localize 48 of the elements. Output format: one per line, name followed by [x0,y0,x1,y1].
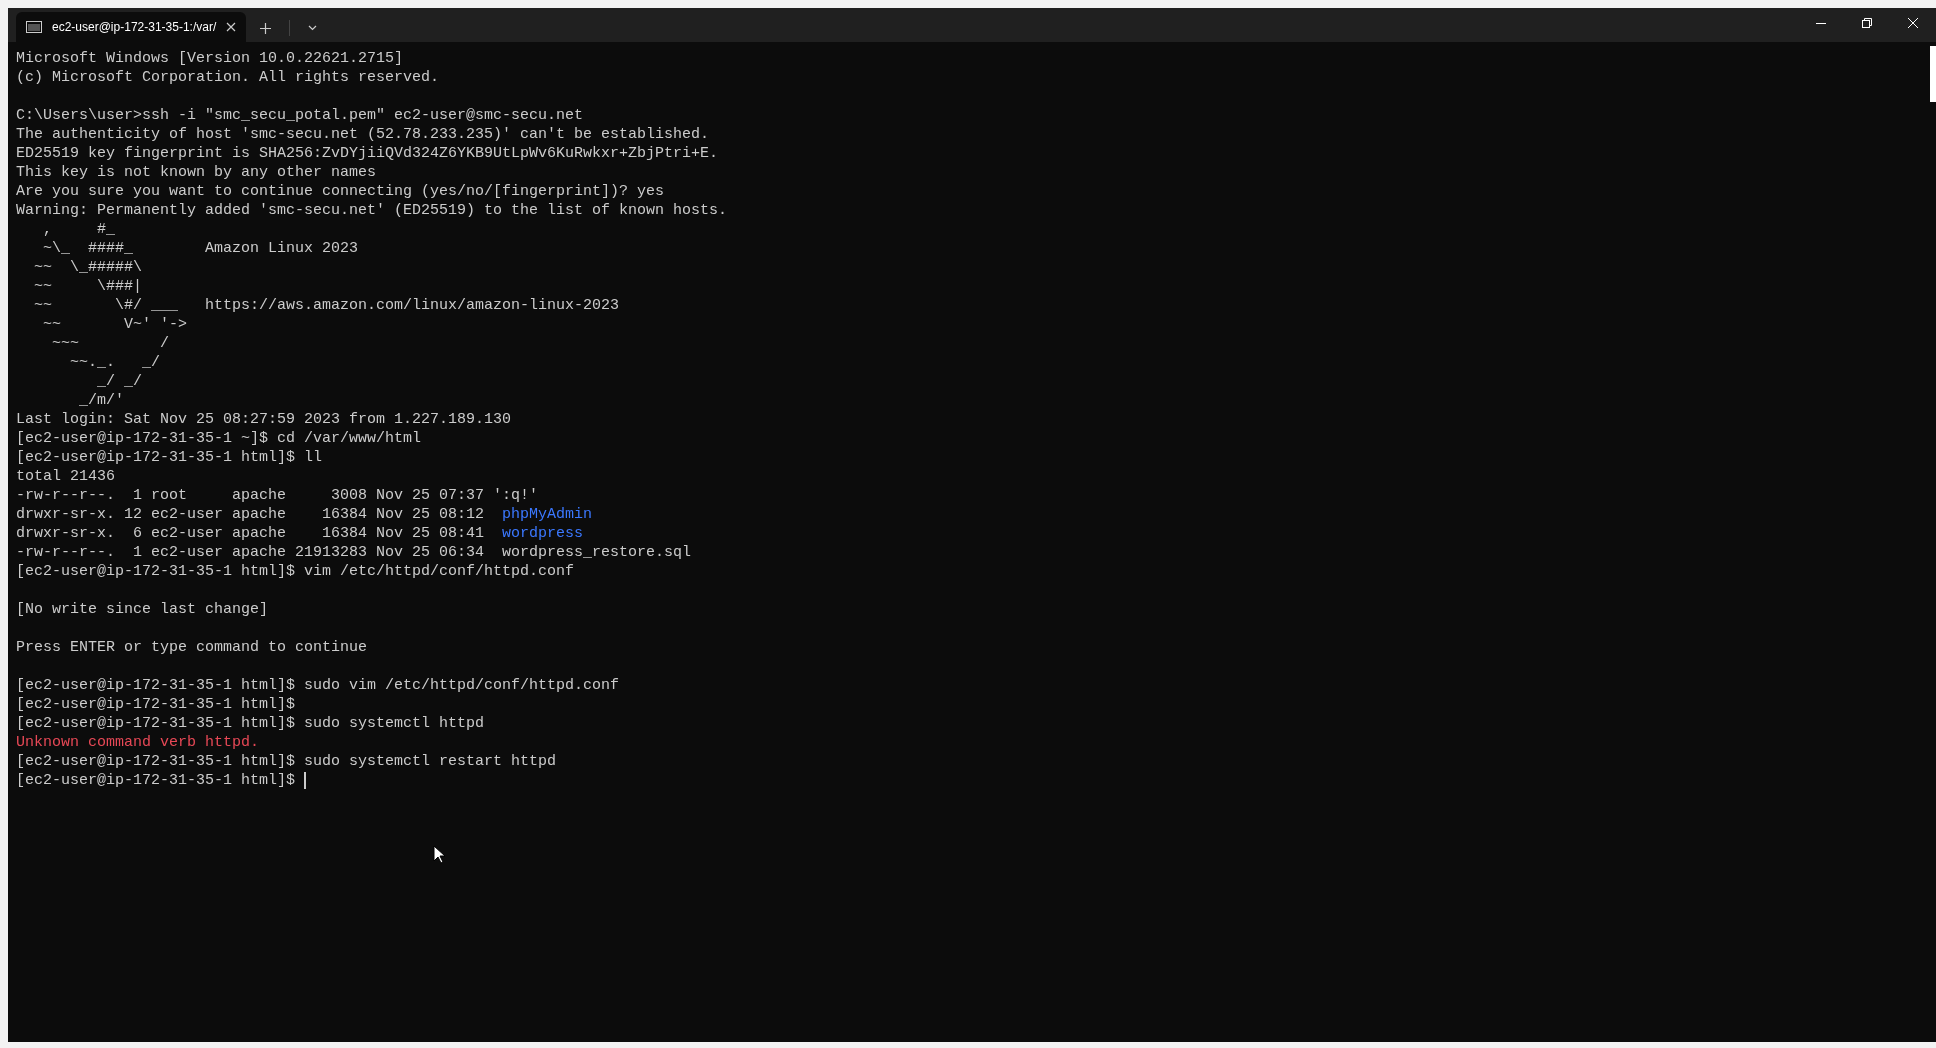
plus-icon[interactable] [260,22,271,34]
mouse-pointer-icon [433,845,445,864]
terminal-line: [ec2-user@ip-172-31-35-1 html]$ sudo vim /etc/httpd/conf/httpd.conf [16,676,620,695]
scrollbar-thumb [1930,46,1936,102]
terminal-line: [No write since last change] [16,600,269,619]
directory-name: phpMyAdmin [502,505,593,524]
terminal-line: [ec2-user@ip-172-31-35-1 html]$ vim /etc/httpd/conf/httpd.conf [16,562,575,581]
chevron-down-icon[interactable] [308,25,317,31]
terminal-line: [ec2-user@ip-172-31-35-1 html]$ ll [16,448,323,467]
terminal-line: [ec2-user@ip-172-31-35-1 ~]$ cd /var/www/html [16,429,422,448]
terminal-line: ~~._. _/ [69,353,161,372]
close-icon [1908,18,1918,28]
terminal-line: ED25519 key fingerprint is SHA256:ZvDYjiiQVd324Z6YKB9UtLpWv6KuRwkxr+ZbjPtri+E. [16,144,719,163]
error-message: Unknown command verb httpd. [16,733,260,752]
terminal-line: drwxr-sr-x. 6 ec2-user apache 16384 Nov 25 08:41 [16,524,486,543]
minimize-icon [1816,22,1826,24]
terminal-line: total 21436 [16,467,116,486]
terminal-line: C:\Users\user>ssh -i "smc_secu_potal.pem" ec2-user@smc-secu.net [16,106,584,125]
terminal-line: -rw-r--r--. 1 root apache 3008 Nov 25 07:37 ':q!' [16,486,539,505]
terminal-line: Microsoft Windows [Version 10.0.22621.2715] [16,49,404,68]
terminal-line: , #_ [42,220,116,239]
terminal-icon [26,21,42,33]
terminal-line: (c) Microsoft Corporation. All rights reserved. [16,68,440,87]
terminal-line: ~~ \###| [33,277,143,296]
terminal-line: The authenticity of host 'smc-secu.net (52.78.233.235)' can't be established. [16,125,710,144]
terminal-line: drwxr-sr-x. 12 ec2-user apache 16384 Nov 25 08:12 [16,505,486,524]
terminal-line: Are you sure you want to continue connecting (yes/no/[fingerprint])? yes [16,182,665,201]
terminal-line: Warning: Permanently added 'smc-secu.net' (ED25519) to the list of known hosts. [16,201,728,220]
terminal-line: [ec2-user@ip-172-31-35-1 html]$ [16,695,296,714]
terminal-line: ~~ \_#####\ [33,258,143,277]
terminal-line: -rw-r--r--. 1 ec2-user apache 21913283 Nov 25 06:34 wordpress_restore.sql [16,543,692,562]
directory-name: wordpress [502,524,584,543]
terminal-line: [ec2-user@ip-172-31-35-1 html]$ sudo systemctl httpd [16,714,485,733]
terminal-line: _/ _/ [96,372,143,391]
terminal-line: Press ENTER or type command to continue [16,638,368,657]
restore-icon [1862,18,1872,28]
terminal-line: ~~ V~' '-> [42,315,188,334]
terminal-line: Last login: Sat Nov 25 08:27:59 2023 from 1.227.189.130 [16,410,512,429]
terminal-line: ~~~ / [51,334,170,353]
terminal-line: _/m/' [78,391,125,410]
tab-title: ec2-user@ip-172-31-35-1:/var/ [52,19,217,36]
terminal-line: ~\_ ####_ Amazon Linux 2023 [42,239,359,258]
terminal-line: [ec2-user@ip-172-31-35-1 html]$ sudo systemctl restart httpd [16,752,557,771]
close-icon[interactable] [226,22,237,32]
terminal-line: This key is not known by any other names [16,163,377,182]
terminal-tab[interactable]: ec2-user@ip-172-31-35-1:/var/ [16,12,246,42]
terminal-line: ~~ \#/ ___ https://aws.amazon.com/linux/amazon-linux-2023 [33,296,620,315]
terminal-line: [ec2-user@ip-172-31-35-1 html]$ [16,771,297,790]
